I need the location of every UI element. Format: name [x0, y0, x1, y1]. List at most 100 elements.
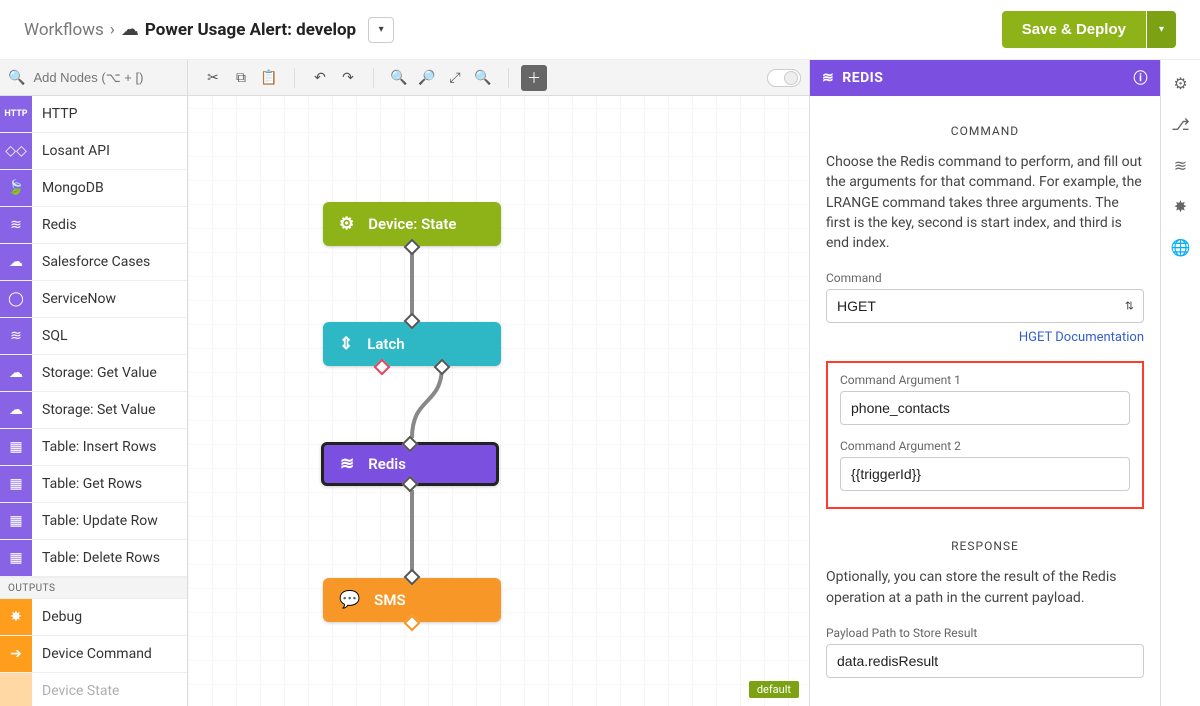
- copy-button[interactable]: ⧉: [228, 65, 254, 91]
- node-input-port[interactable]: [402, 436, 419, 453]
- toolbar-sep: [294, 68, 295, 88]
- palette-item-servicenow[interactable]: ◯ ServiceNow: [0, 281, 187, 318]
- node-output-port-false[interactable]: [373, 359, 390, 376]
- zoom-out-button[interactable]: 🔍: [386, 65, 412, 91]
- palette-search-row: 🔍 ←: [0, 60, 187, 96]
- palette-item-redis[interactable]: ≋ Redis: [0, 207, 187, 244]
- node-output-port[interactable]: [402, 476, 419, 493]
- response-intro: Optionally, you can store the result of …: [826, 567, 1144, 608]
- palette-item-storage-set[interactable]: ☁ Storage: Set Value: [0, 392, 187, 429]
- outputs-header: OUTPUTS: [0, 577, 187, 599]
- zoom-in-button[interactable]: 🔎: [414, 65, 440, 91]
- device-command-icon: ➔: [0, 636, 32, 672]
- debug-toggle[interactable]: [767, 69, 801, 87]
- node-output-port[interactable]: [404, 239, 421, 256]
- search-icon: 🔍: [8, 70, 25, 86]
- paste-button[interactable]: 📋: [256, 65, 282, 91]
- node-redis[interactable]: ≋ Redis: [321, 442, 499, 486]
- result-path-input[interactable]: [826, 644, 1144, 678]
- node-latch[interactable]: ⇕ Latch: [323, 322, 501, 366]
- palette-item-sql[interactable]: ≋ SQL: [0, 318, 187, 355]
- undo-button[interactable]: ↶: [307, 65, 333, 91]
- palette-label: Redis: [32, 217, 77, 233]
- redo-button[interactable]: ↷: [335, 65, 361, 91]
- mongodb-icon: 🍃: [0, 170, 32, 206]
- palette-item-losant-api[interactable]: ◇◇ Losant API: [0, 133, 187, 170]
- palette-item-storage-get[interactable]: ☁ Storage: Get Value: [0, 355, 187, 392]
- cut-button[interactable]: ✂: [200, 65, 226, 91]
- section-response-title: RESPONSE: [826, 531, 1144, 567]
- arg2-input[interactable]: [840, 457, 1130, 491]
- palette-item-table-get[interactable]: ▦ Table: Get Rows: [0, 466, 187, 503]
- node-label: SMS: [374, 591, 405, 609]
- save-deploy-split[interactable]: ▾: [1147, 11, 1176, 48]
- config-body: COMMAND Choose the Redis command to perf…: [810, 96, 1160, 706]
- palette-label: HTTP: [32, 106, 77, 122]
- toolbar-sep: [373, 68, 374, 88]
- canvas-viewport[interactable]: ⚙ Device: State ⇕ Latch ≋ Redis 💬 SMS: [188, 96, 809, 706]
- palette-item-debug[interactable]: ✸ Debug: [0, 599, 187, 636]
- arg1-input[interactable]: [840, 391, 1130, 425]
- servicenow-icon: ◯: [0, 281, 32, 317]
- palette-item-table-insert[interactable]: ▦ Table: Insert Rows: [0, 429, 187, 466]
- device-state-icon: [0, 673, 32, 706]
- breadcrumb-sep: ›: [110, 20, 115, 40]
- node-device-state[interactable]: ⚙ Device: State: [323, 202, 501, 246]
- canvas-toolbar: ✂ ⧉ 📋 ↶ ↷ 🔍 🔎 ⤢ 🔍 ＋: [188, 60, 809, 96]
- find-button[interactable]: 🔍: [470, 65, 496, 91]
- save-deploy-button[interactable]: Save & Deploy: [1002, 11, 1146, 48]
- globe-icon[interactable]: 🌐: [1171, 238, 1191, 257]
- palette-label: Device State: [32, 683, 119, 699]
- database-icon[interactable]: ≋: [1174, 156, 1187, 175]
- node-output-port[interactable]: [404, 615, 421, 632]
- node-label: Device: State: [368, 215, 456, 233]
- palette-label: Table: Get Rows: [32, 476, 142, 492]
- palette-item-http[interactable]: HTTP HTTP: [0, 96, 187, 133]
- table-icon: ▦: [0, 503, 32, 539]
- node-input-port[interactable]: [404, 313, 421, 330]
- workflow-title: Power Usage Alert: develop: [145, 20, 356, 40]
- losant-icon: ◇◇: [0, 133, 32, 169]
- palette-item-table-update[interactable]: ▦ Table: Update Row: [0, 503, 187, 540]
- debug-icon: ✸: [0, 599, 32, 635]
- palette-label: Device Command: [32, 646, 152, 662]
- node-input-port[interactable]: [404, 569, 421, 586]
- node-label: Latch: [367, 335, 404, 353]
- node-output-port-true[interactable]: [434, 359, 451, 376]
- palette-label: Storage: Set Value: [32, 402, 156, 418]
- right-rail: ⚙ ⎇ ≋ ✸ 🌐: [1160, 60, 1200, 706]
- palette-item-mongodb[interactable]: 🍃 MongoDB: [0, 170, 187, 207]
- workflow-dropdown[interactable]: ▾: [368, 17, 394, 43]
- config-title: REDIS: [842, 70, 883, 86]
- default-version-badge: default: [749, 681, 799, 698]
- gear-icon[interactable]: ⚙: [1173, 74, 1187, 93]
- help-icon[interactable]: ⓘ: [1134, 68, 1149, 88]
- bug-icon[interactable]: ✸: [1174, 197, 1187, 216]
- palette-label: ServiceNow: [32, 291, 116, 307]
- redis-icon: ≋: [0, 207, 32, 243]
- zoom-fit-button[interactable]: ⤢: [442, 65, 468, 91]
- branch-icon[interactable]: ⎇: [1171, 115, 1189, 134]
- node-config-panel: ≋ REDIS ⓘ COMMAND Choose the Redis comma…: [810, 60, 1160, 706]
- salesforce-icon: ☁: [0, 244, 32, 280]
- breadcrumb-root[interactable]: Workflows: [24, 20, 104, 40]
- add-nodes-search[interactable]: [31, 69, 211, 86]
- palette-label: SQL: [32, 328, 67, 344]
- node-sms[interactable]: 💬 SMS: [323, 578, 501, 622]
- palette-node-list: HTTP HTTP ◇◇ Losant API 🍃 MongoDB ≋ Redi…: [0, 96, 187, 706]
- command-doc-link[interactable]: HGET Documentation: [1019, 330, 1144, 345]
- node-palette: 🔍 ← HTTP HTTP ◇◇ Losant API 🍃 MongoDB ≋ …: [0, 60, 188, 706]
- table-icon: ▦: [0, 429, 32, 465]
- palette-item-device-command[interactable]: ➔ Device Command: [0, 636, 187, 673]
- palette-item-salesforce[interactable]: ☁ Salesforce Cases: [0, 244, 187, 281]
- result-path-label: Payload Path to Store Result: [826, 626, 1144, 640]
- palette-item-table-delete[interactable]: ▦ Table: Delete Rows: [0, 540, 187, 577]
- node-label: Redis: [368, 455, 406, 473]
- http-icon: HTTP: [0, 96, 32, 132]
- command-select[interactable]: HGET: [826, 289, 1144, 323]
- palette-item-device-state[interactable]: Device State: [0, 673, 187, 706]
- arg2-label: Command Argument 2: [840, 439, 1130, 453]
- sql-icon: ≋: [0, 318, 32, 354]
- workflow-canvas[interactable]: ✂ ⧉ 📋 ↶ ↷ 🔍 🔎 ⤢ 🔍 ＋: [188, 60, 810, 706]
- add-note-button[interactable]: ＋: [521, 65, 547, 91]
